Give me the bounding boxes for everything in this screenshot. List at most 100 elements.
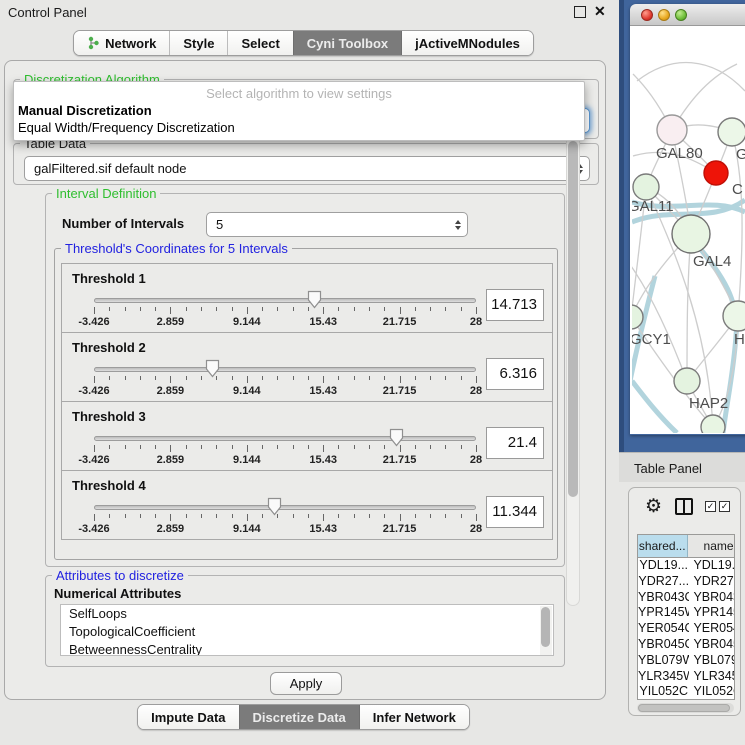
threshold-value-field[interactable]: 11.344: [486, 496, 544, 528]
tick-label: 28: [470, 385, 482, 397]
node-label: HAP2: [689, 395, 728, 412]
tick-mark: [186, 445, 187, 449]
slider-track[interactable]: [94, 505, 476, 510]
tab-infer-network[interactable]: Infer Network: [359, 705, 469, 729]
number-of-intervals-value: 5: [216, 217, 223, 232]
scrollbar-thumb[interactable]: [638, 704, 730, 712]
tick-mark: [216, 376, 217, 380]
threshold-list: Threshold 1-3.4262.8599.14415.4321.71528…: [61, 263, 553, 540]
table-row[interactable]: YER054CYER054C: [638, 621, 734, 637]
algorithm-option-manual-discretization[interactable]: Manual Discretization: [18, 103, 152, 118]
network-graph[interactable]: GAL80GCGAL11GAL4GCY1HHAP2: [632, 26, 745, 433]
network-node-gal11[interactable]: [633, 174, 659, 200]
threshold-value-field[interactable]: 6.316: [486, 358, 544, 390]
threshold-slider[interactable]: -3.4262.8599.14415.4321.71528: [94, 495, 476, 539]
cell-shared-name: YDL19...: [638, 558, 689, 574]
checkbox-icon[interactable]: ✓: [719, 501, 730, 512]
network-node-g[interactable]: [718, 118, 745, 146]
table-horizontal-scrollbar[interactable]: [637, 703, 734, 713]
mac-close-icon[interactable]: [641, 9, 653, 21]
tick-mark: [247, 376, 248, 383]
tab-impute-data[interactable]: Impute Data: [138, 705, 238, 729]
tick-mark: [155, 514, 156, 518]
columns-icon[interactable]: [675, 498, 693, 515]
threshold-slider[interactable]: -3.4262.8599.14415.4321.71528: [94, 426, 476, 470]
slider-track[interactable]: [94, 367, 476, 372]
threshold-value-field[interactable]: 21.4: [486, 427, 544, 459]
tick-mark: [400, 307, 401, 314]
slider-ticks: [94, 514, 476, 522]
table-row[interactable]: YBR043CYBR043C: [638, 590, 734, 606]
table-row[interactable]: YIL052CYIL052C: [638, 684, 734, 700]
mac-minimize-icon[interactable]: [658, 9, 670, 21]
table-row[interactable]: YDL19...YDL19...: [638, 558, 734, 574]
attribute-item-selfloops[interactable]: SelfLoops: [61, 605, 553, 623]
cell-shared-name: YIL052C: [638, 684, 689, 700]
network-canvas[interactable]: GAL80GCGAL11GAL4GCY1HHAP2: [630, 26, 745, 434]
close-icon[interactable]: ✕: [594, 3, 606, 20]
tab-cyni-toolbox[interactable]: Cyni Toolbox: [293, 31, 401, 55]
tick-mark: [170, 514, 171, 521]
tick-mark: [308, 514, 309, 518]
tick-label: 28: [470, 523, 482, 535]
tick-mark: [369, 376, 370, 380]
table-row[interactable]: YBL079WYBL079W: [638, 653, 734, 669]
network-window-titlebar[interactable]: [630, 4, 745, 26]
node-label: GCY1: [632, 331, 671, 348]
float-window-icon[interactable]: [574, 6, 586, 18]
numerical-attributes-list[interactable]: SelfLoopsTopologicalCoefficientBetweenne…: [60, 604, 554, 656]
cell-shared-name: YBR045C: [638, 637, 689, 653]
panel-vertical-scrollbar[interactable]: [566, 130, 580, 606]
app-root: Control Panel ✕ NetworkStyleSelectCyni T…: [0, 0, 745, 745]
tab-select[interactable]: Select: [227, 31, 292, 55]
network-node-hap2[interactable]: [674, 368, 700, 394]
tick-mark: [201, 376, 202, 380]
table-row[interactable]: YPR145WYPR145W: [638, 605, 734, 621]
combo-stepper-icon[interactable]: [455, 213, 461, 236]
number-of-intervals-combobox[interactable]: 5: [206, 212, 468, 237]
slider-track[interactable]: [94, 436, 476, 441]
threshold-slider[interactable]: -3.4262.8599.14415.4321.71528: [94, 288, 476, 332]
network-node-c[interactable]: [704, 161, 728, 185]
column-header-name[interactable]: name: [688, 535, 734, 557]
table-row[interactable]: YDR27...YDR27...: [638, 574, 734, 590]
network-node-gal4[interactable]: [672, 215, 710, 253]
column-header-shared-name[interactable]: shared...: [638, 535, 688, 557]
tick-mark: [445, 445, 446, 449]
table-row[interactable]: YLR345WYLR345W: [638, 669, 734, 685]
threshold-panel-2: Threshold 2-3.4262.8599.14415.4321.71528…: [61, 332, 553, 402]
scrollbar-thumb[interactable]: [541, 607, 550, 647]
mac-zoom-icon[interactable]: [675, 9, 687, 21]
attribute-item-betweennesscentrality[interactable]: BetweennessCentrality: [61, 641, 553, 656]
algorithm-option-equal-width-frequency[interactable]: Equal Width/Frequency Discretization: [18, 120, 235, 135]
attributes-scrollbar[interactable]: [540, 606, 552, 656]
checkbox-icon[interactable]: ✓: [705, 501, 716, 512]
network-node[interactable]: [701, 415, 725, 433]
tick-mark: [293, 514, 294, 518]
apply-button[interactable]: Apply: [270, 672, 342, 695]
slider-track[interactable]: [94, 298, 476, 303]
tab-style[interactable]: Style: [169, 31, 227, 55]
tick-mark: [415, 376, 416, 380]
algorithm-placeholder-option[interactable]: Select algorithm to view settings: [14, 86, 584, 101]
tick-mark: [293, 307, 294, 311]
tab-jactivemnodules[interactable]: jActiveMNodules: [401, 31, 533, 55]
tick-mark: [232, 307, 233, 311]
threshold-slider[interactable]: -3.4262.8599.14415.4321.71528: [94, 357, 476, 401]
scrollbar-thumb[interactable]: [568, 141, 578, 497]
tick-mark: [445, 307, 446, 311]
network-node-gal80[interactable]: [657, 115, 687, 145]
node-table[interactable]: shared... name YDL19...YDL19...YDR27...Y…: [637, 534, 735, 700]
tick-mark: [415, 514, 416, 518]
network-node-h[interactable]: [723, 301, 745, 331]
attribute-item-topologicalcoefficient[interactable]: TopologicalCoefficient: [61, 623, 553, 641]
tab-discretize-data[interactable]: Discretize Data: [239, 705, 359, 729]
cell-shared-name: YER054C: [638, 621, 689, 637]
gear-icon[interactable]: ⚙: [645, 496, 662, 518]
tick-mark: [384, 445, 385, 449]
table-row[interactable]: YBR045CYBR045C: [638, 637, 734, 653]
threshold-value-field[interactable]: 14.713: [486, 289, 544, 321]
tick-mark: [262, 514, 263, 518]
tab-network[interactable]: Network: [74, 31, 169, 55]
table-data-combobox[interactable]: galFiltered.sif default node: [24, 156, 590, 181]
